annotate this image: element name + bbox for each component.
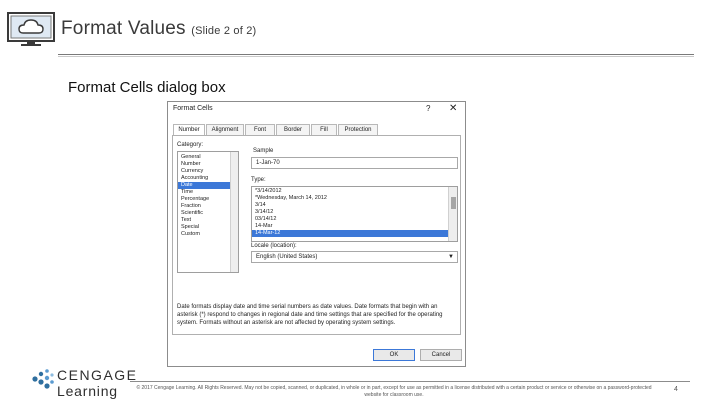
sample-label: Sample (253, 148, 274, 154)
tab-font[interactable]: Font (245, 124, 275, 135)
type-item-selected[interactable]: 14-Mar-12 (252, 230, 448, 237)
header-divider (58, 54, 694, 55)
category-item[interactable]: Special (178, 224, 233, 231)
footer-divider (130, 381, 690, 382)
category-item[interactable]: Number (178, 161, 233, 168)
locale-dropdown[interactable]: English (United States) ▼ (251, 251, 458, 263)
tab-border[interactable]: Border (276, 124, 310, 135)
category-item[interactable]: Accounting (178, 175, 233, 182)
type-list[interactable]: *3/14/2012 *Wednesday, March 14, 2012 3/… (251, 186, 458, 242)
type-item[interactable]: *3/14/2012 (252, 188, 448, 195)
category-label: Category: (177, 142, 204, 148)
category-item[interactable]: General (178, 154, 233, 161)
type-item[interactable]: 3/14/12 (252, 209, 448, 216)
category-item[interactable]: Time (178, 189, 233, 196)
category-item-selected[interactable]: Date (178, 182, 233, 189)
tab-alignment[interactable]: Alignment (206, 124, 244, 135)
slide-caption: Format Cells dialog box (68, 79, 226, 96)
category-list[interactable]: General Number Currency Accounting Date … (177, 151, 239, 273)
copyright-notice: © 2017 Cengage Learning. All Rights Rese… (136, 385, 652, 398)
category-item[interactable]: Scientific (178, 210, 233, 217)
slide-title-suffix: (Slide 2 of 2) (191, 25, 257, 37)
logo-wordmark-bottom: Learning (57, 383, 118, 399)
category-item[interactable]: Currency (178, 168, 233, 175)
category-item[interactable]: Percentage (178, 196, 233, 203)
locale-value: English (United States) (256, 254, 318, 260)
sample-field: 1-Jan-70 (251, 157, 458, 169)
type-item[interactable]: *Wednesday, March 14, 2012 (252, 195, 448, 202)
cengage-logo-icon (32, 369, 54, 389)
help-icon[interactable]: ? (426, 104, 430, 113)
format-cells-dialog: Format Cells ? ✕ Number Alignment Font B… (167, 101, 466, 367)
format-description: Date formats display date and time seria… (177, 304, 443, 326)
logo-wordmark-top: CENGAGE (57, 367, 138, 383)
category-item[interactable]: Text (178, 217, 233, 224)
type-scrollbar[interactable] (448, 187, 457, 241)
category-scrollbar[interactable] (230, 152, 238, 272)
type-item[interactable]: 3/14 (252, 202, 448, 209)
type-scrollbar-thumb[interactable] (451, 197, 456, 209)
monitor-cloud-icon (7, 12, 55, 46)
type-item[interactable]: 14-Mar (252, 223, 448, 230)
chevron-down-icon: ▼ (448, 254, 454, 260)
number-tab-panel: Category: General Number Currency Accoun… (172, 135, 461, 335)
type-label: Type: (251, 177, 266, 183)
ok-button[interactable]: OK (373, 349, 415, 361)
slide-title-main: Format Values (61, 18, 186, 39)
header-divider-light (58, 56, 694, 57)
category-item[interactable]: Fraction (178, 203, 233, 210)
page-number: 4 (674, 386, 678, 393)
category-item[interactable]: Custom (178, 231, 233, 238)
close-icon[interactable]: ✕ (449, 103, 457, 114)
type-item[interactable]: 03/14/12 (252, 216, 448, 223)
tab-protection[interactable]: Protection (338, 124, 378, 135)
locale-label: Locale (location): (251, 243, 297, 249)
tab-fill[interactable]: Fill (311, 124, 337, 135)
slide-title: Format Values (Slide 2 of 2) (61, 18, 256, 40)
dialog-title: Format Cells (173, 105, 213, 112)
cancel-button[interactable]: Cancel (420, 349, 462, 361)
